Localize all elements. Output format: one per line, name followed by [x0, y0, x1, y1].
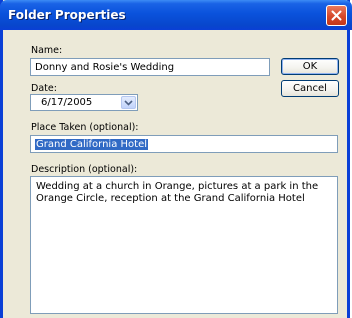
- chevron-down-icon: [124, 99, 133, 106]
- description-field[interactable]: Wedding at a church in Orange, pictures …: [30, 176, 338, 314]
- ok-button[interactable]: OK: [281, 58, 339, 75]
- cancel-button[interactable]: Cancel: [281, 80, 339, 97]
- name-label: Name:: [31, 45, 63, 56]
- folder-properties-dialog: Folder Properties Name: Donny and Rosie'…: [0, 0, 352, 318]
- place-label: Place Taken (optional):: [31, 122, 139, 133]
- date-label: Date:: [31, 83, 57, 94]
- title-bar[interactable]: Folder Properties: [0, 0, 352, 30]
- close-button[interactable]: [326, 5, 347, 26]
- date-value: 6/17/2005: [41, 97, 93, 108]
- place-field[interactable]: Grand California Hotel: [30, 135, 338, 153]
- cancel-button-label: Cancel: [293, 83, 327, 94]
- name-field-value: Donny and Rosie's Wedding: [35, 62, 175, 73]
- name-field[interactable]: Donny and Rosie's Wedding: [30, 58, 270, 76]
- description-label: Description (optional):: [31, 164, 138, 175]
- date-picker[interactable]: 6/17/2005: [30, 94, 138, 111]
- ok-button-label: OK: [302, 61, 318, 72]
- close-icon: [331, 10, 342, 21]
- date-dropdown-button[interactable]: [121, 96, 136, 109]
- dialog-title: Folder Properties: [8, 8, 126, 22]
- place-field-value: Grand California Hotel: [35, 139, 149, 150]
- description-field-value: Wedding at a church in Orange, pictures …: [36, 181, 319, 204]
